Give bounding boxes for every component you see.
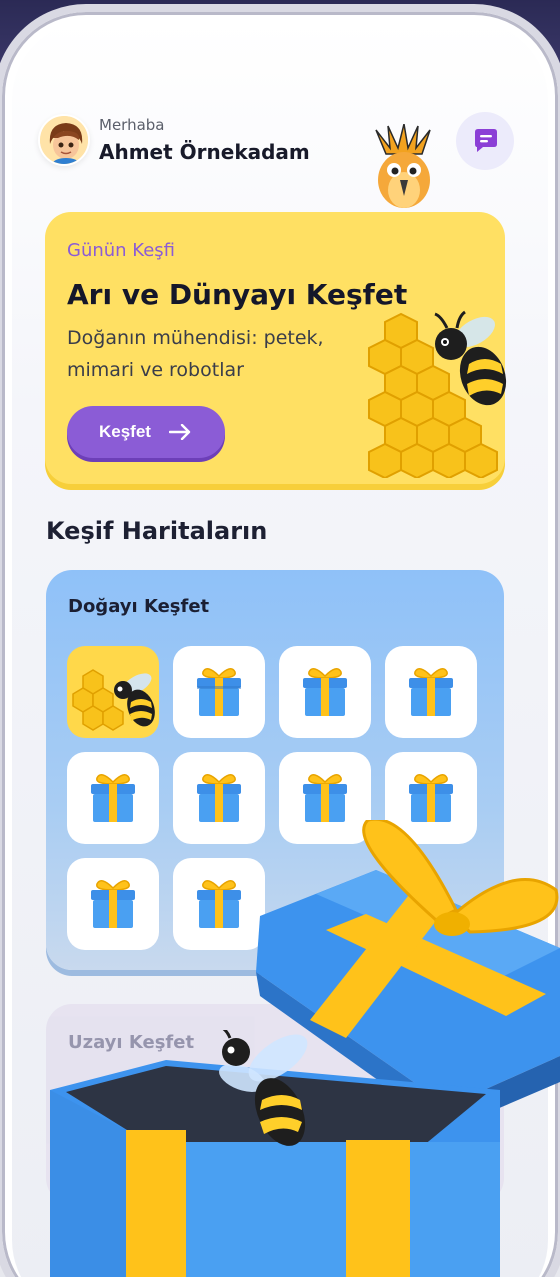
gift-icon <box>197 774 241 822</box>
daily-discovery-card[interactable]: Günün Keşfi Arı ve Dünyayı Keşfet Doğanı… <box>45 212 507 484</box>
section-title: Keşif Haritaların <box>46 517 268 545</box>
hoopoe-mascot-icon <box>375 124 431 208</box>
map-tile-locked[interactable] <box>385 646 477 738</box>
discover-button[interactable]: Keşfet <box>67 406 225 458</box>
gift-icon <box>91 880 135 928</box>
gift-icon <box>303 774 347 822</box>
user-name: Ahmet Örnekadam <box>99 140 310 164</box>
gift-icon <box>91 774 135 822</box>
chat-bubble-icon <box>475 129 497 152</box>
map-tile-locked[interactable] <box>173 858 265 950</box>
gift-icon <box>409 668 453 716</box>
map-tile-locked[interactable] <box>173 752 265 844</box>
phone-mockup: Merhaba Ahmet Örnekadam Günün Keşfi Arı … <box>0 0 560 1277</box>
gift-icon <box>303 668 347 716</box>
map-tile-locked[interactable] <box>67 858 159 950</box>
discover-button-label: Keşfet <box>99 422 151 441</box>
chat-button[interactable] <box>456 112 514 170</box>
arrow-right-icon <box>168 424 191 440</box>
gift-box-icon <box>50 1030 500 1277</box>
gift-icon <box>197 668 241 716</box>
map-tile-locked[interactable] <box>279 646 371 738</box>
avatar[interactable] <box>38 114 90 166</box>
map-title: Doğayı Keşfet <box>68 596 210 617</box>
map-tile-locked[interactable] <box>67 752 159 844</box>
greeting-text: Merhaba <box>99 116 165 134</box>
hero-kicker: Günün Keşfi <box>67 240 175 261</box>
gift-icon <box>409 774 453 822</box>
bee-honeycomb-icon <box>368 310 507 478</box>
map-tile-unlocked[interactable] <box>67 646 159 738</box>
map-tile-locked[interactable] <box>173 646 265 738</box>
hero-title: Arı ve Dünyayı Keşfet <box>67 278 408 311</box>
header: Merhaba Ahmet Örnekadam <box>38 112 518 172</box>
gift-icon <box>197 880 241 928</box>
hero-description: Doğanın mühendisi: petek, mimari ve robo… <box>67 327 324 381</box>
bee-honeycomb-icon <box>72 669 155 731</box>
